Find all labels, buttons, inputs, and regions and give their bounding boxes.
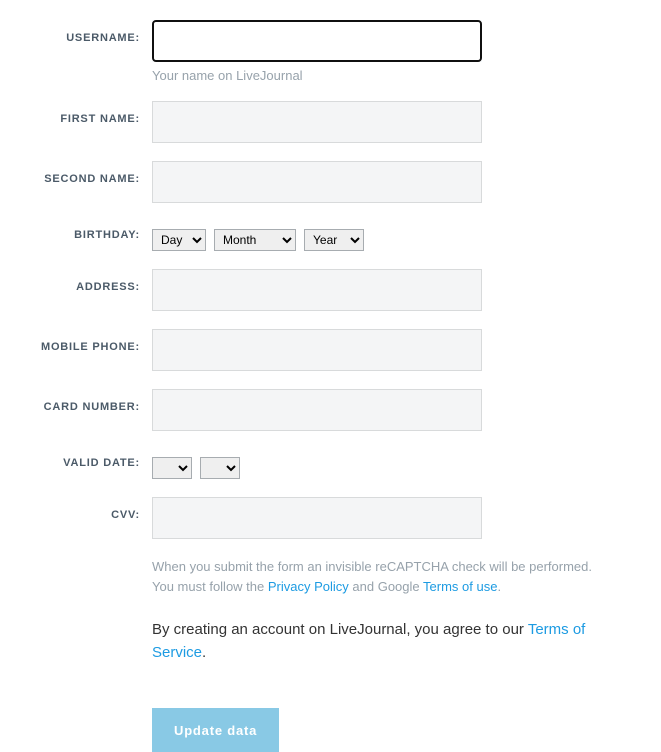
label-card-number: Card Number: [0, 389, 152, 413]
tos-prefix: By creating an account on LiveJournal, y… [152, 621, 528, 638]
label-first-name: First Name: [0, 101, 152, 125]
label-second-name: Second Name: [0, 161, 152, 185]
label-valid-date: Valid Date: [0, 449, 152, 469]
valid-date-year-select[interactable] [200, 457, 240, 479]
valid-date-month-select[interactable] [152, 457, 192, 479]
label-mobile-phone: Mobile Phone: [0, 329, 152, 353]
label-cvv: CVV: [0, 497, 152, 521]
row-second-name: Second Name: [0, 161, 661, 203]
recaptcha-line2-mid: and Google [349, 579, 423, 594]
label-address: Address: [0, 269, 152, 293]
birthday-day-select[interactable]: Day [152, 229, 206, 251]
birthday-year-select[interactable]: Year [304, 229, 364, 251]
mobile-phone-input[interactable] [152, 329, 482, 371]
tos-suffix: . [202, 644, 206, 661]
row-birthday: Birthday: Day Month Year [0, 221, 661, 251]
username-hint: Your name on LiveJournal [152, 68, 632, 83]
birthday-month-select[interactable]: Month [214, 229, 296, 251]
label-birthday: Birthday: [0, 221, 152, 241]
label-username: Username: [0, 20, 152, 44]
row-valid-date: Valid Date: [0, 449, 661, 479]
first-name-input[interactable] [152, 101, 482, 143]
terms-of-use-link[interactable]: Terms of use [423, 579, 497, 594]
recaptcha-line2-prefix: You must follow the [152, 579, 268, 594]
row-cvv: CVV: [0, 497, 661, 539]
recaptcha-line2-suffix: . [497, 579, 501, 594]
privacy-policy-link[interactable]: Privacy Policy [268, 579, 349, 594]
row-address: Address: [0, 269, 661, 311]
row-card-number: Card Number: [0, 389, 661, 431]
card-number-input[interactable] [152, 389, 482, 431]
recaptcha-notice: When you submit the form an invisible re… [152, 557, 612, 597]
second-name-input[interactable] [152, 161, 482, 203]
row-username: Username: Your name on LiveJournal [0, 20, 661, 83]
row-first-name: First Name: [0, 101, 661, 143]
submit-button[interactable]: Update data [152, 708, 279, 752]
row-mobile-phone: Mobile Phone: [0, 329, 661, 371]
cvv-input[interactable] [152, 497, 482, 539]
registration-form: Username: Your name on LiveJournal First… [0, 20, 661, 752]
address-input[interactable] [152, 269, 482, 311]
recaptcha-line1: When you submit the form an invisible re… [152, 559, 592, 574]
tos-notice: By creating an account on LiveJournal, y… [152, 619, 632, 664]
username-input[interactable] [152, 20, 482, 62]
row-footer: When you submit the form an invisible re… [0, 557, 661, 752]
